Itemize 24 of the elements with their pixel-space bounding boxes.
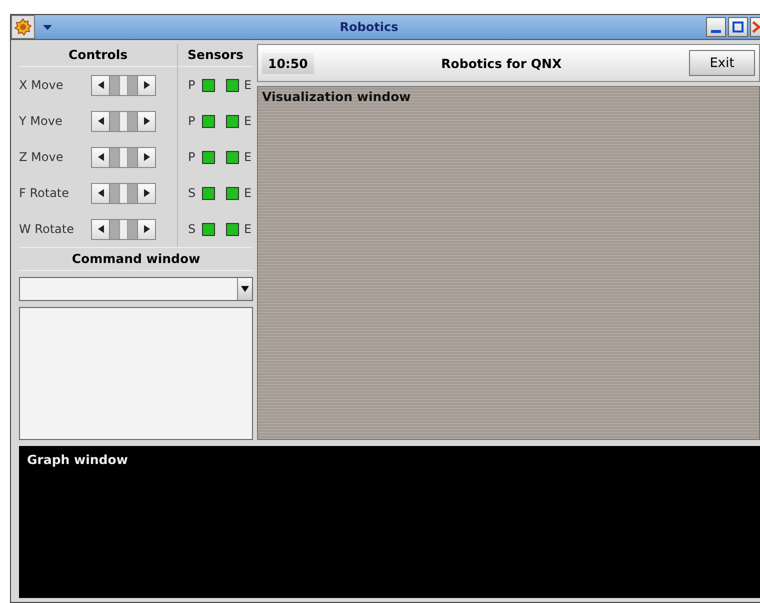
sensor-label: E: [244, 186, 253, 200]
command-window-heading: Command window: [19, 247, 253, 271]
sensor-label: E: [244, 78, 253, 92]
sensor-label: E: [244, 114, 253, 128]
sensors-heading: Sensors: [178, 44, 253, 67]
graph-label: Graph window: [27, 452, 128, 467]
control-label: X Move: [19, 78, 64, 92]
sensor-label: P: [188, 150, 196, 164]
sensor-label: E: [244, 222, 253, 236]
control-label: F Rotate: [19, 186, 70, 200]
header-title: Robotics for QNX: [440, 56, 563, 70]
sensor-label: P: [188, 78, 196, 92]
visualization-label: Visualization window: [262, 89, 411, 104]
sensor-label: S: [188, 186, 197, 200]
control-label: Z Move: [19, 150, 64, 164]
window-title: Robotics: [338, 20, 400, 34]
control-label: Y Move: [19, 114, 64, 128]
sensor-label: P: [188, 114, 196, 128]
exit-button[interactable]: Exit: [689, 50, 755, 76]
sensor-label: E: [244, 150, 253, 164]
controls-heading: Controls: [19, 44, 177, 67]
clock: 10:50: [262, 52, 314, 74]
control-label: W Rotate: [19, 222, 75, 236]
sensor-label: S: [188, 222, 197, 236]
